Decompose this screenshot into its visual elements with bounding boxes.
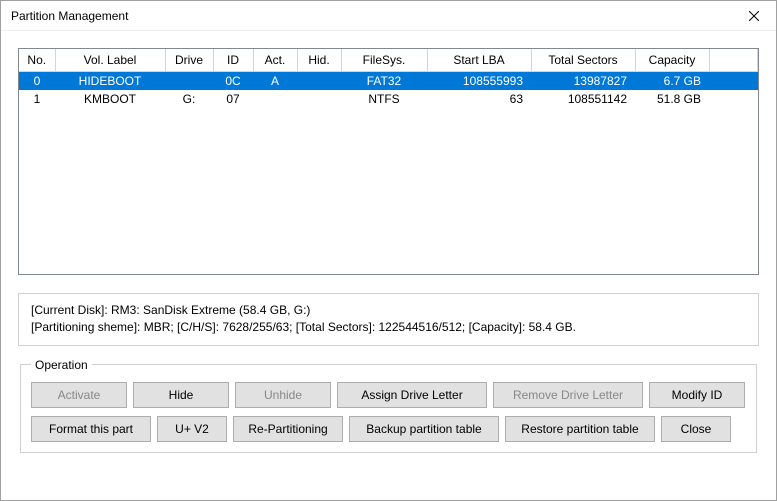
cell-cap: 6.7 GB: [635, 72, 709, 91]
remove-button: Remove Drive Letter: [493, 382, 643, 408]
window-controls: [731, 1, 776, 30]
partition-table-container: No. Vol. Label Drive ID Act. Hid. FileSy…: [18, 48, 759, 275]
operation-group: Operation ActivateHideUnhideAssign Drive…: [20, 358, 757, 453]
col-header-drive[interactable]: Drive: [165, 49, 213, 72]
cell-drive: G:: [165, 90, 213, 108]
col-header-no[interactable]: No.: [19, 49, 55, 72]
cell-vol: KMBOOT: [55, 90, 165, 108]
partition-table[interactable]: No. Vol. Label Drive ID Act. Hid. FileSy…: [19, 49, 758, 108]
table-header-row[interactable]: No. Vol. Label Drive ID Act. Hid. FileSy…: [19, 49, 758, 72]
cell-act: [253, 90, 297, 108]
activate-button: Activate: [31, 382, 127, 408]
cell-no: 0: [19, 72, 55, 91]
operation-row-2: Format this partU+ V2Re-PartitioningBack…: [31, 416, 746, 442]
col-header-pad: [709, 49, 758, 72]
cell-lba: 108555993: [427, 72, 531, 91]
cell-lba: 63: [427, 90, 531, 108]
disk-info-line-2: [Partitioning sheme]: MBR; [C/H/S]: 7628…: [31, 319, 746, 336]
disk-info-panel: [Current Disk]: RM3: SanDisk Extreme (58…: [18, 293, 759, 346]
hide-button[interactable]: Hide: [133, 382, 229, 408]
close-button[interactable]: Close: [661, 416, 731, 442]
titlebar: Partition Management: [1, 1, 776, 31]
cell-pad: [709, 90, 758, 108]
modify-button[interactable]: Modify ID: [649, 382, 745, 408]
client-area: No. Vol. Label Drive ID Act. Hid. FileSy…: [1, 31, 776, 465]
cell-total: 13987827: [531, 72, 635, 91]
assign-button[interactable]: Assign Drive Letter: [337, 382, 487, 408]
col-header-fs[interactable]: FileSys.: [341, 49, 427, 72]
cell-fs: NTFS: [341, 90, 427, 108]
unhide-button: Unhide: [235, 382, 331, 408]
col-header-cap[interactable]: Capacity: [635, 49, 709, 72]
col-header-lba[interactable]: Start LBA: [427, 49, 531, 72]
close-icon[interactable]: [731, 1, 776, 30]
disk-info-line-1: [Current Disk]: RM3: SanDisk Extreme (58…: [31, 302, 746, 319]
window-title: Partition Management: [11, 9, 128, 23]
cell-vol: HIDEBOOT: [55, 72, 165, 91]
repart-button[interactable]: Re-Partitioning: [233, 416, 343, 442]
operation-legend: Operation: [31, 358, 92, 372]
cell-no: 1: [19, 90, 55, 108]
col-header-hid[interactable]: Hid.: [297, 49, 341, 72]
operation-row-1: ActivateHideUnhideAssign Drive LetterRem…: [31, 382, 746, 408]
cell-hid: [297, 72, 341, 91]
uplus-button[interactable]: U+ V2: [157, 416, 227, 442]
cell-pad: [709, 72, 758, 91]
cell-act: A: [253, 72, 297, 91]
cell-id: 07: [213, 90, 253, 108]
table-row[interactable]: 1KMBOOTG:07 NTFS6310855114251.8 GB: [19, 90, 758, 108]
cell-drive: [165, 72, 213, 91]
format-button[interactable]: Format this part: [31, 416, 151, 442]
table-row[interactable]: 0HIDEBOOT 0CA FAT32108555993139878276.7 GB: [19, 72, 758, 91]
col-header-vol[interactable]: Vol. Label: [55, 49, 165, 72]
col-header-total[interactable]: Total Sectors: [531, 49, 635, 72]
cell-cap: 51.8 GB: [635, 90, 709, 108]
col-header-id[interactable]: ID: [213, 49, 253, 72]
restore-button[interactable]: Restore partition table: [505, 416, 655, 442]
cell-total: 108551142: [531, 90, 635, 108]
backup-button[interactable]: Backup partition table: [349, 416, 499, 442]
cell-fs: FAT32: [341, 72, 427, 91]
col-header-act[interactable]: Act.: [253, 49, 297, 72]
cell-hid: [297, 90, 341, 108]
cell-id: 0C: [213, 72, 253, 91]
